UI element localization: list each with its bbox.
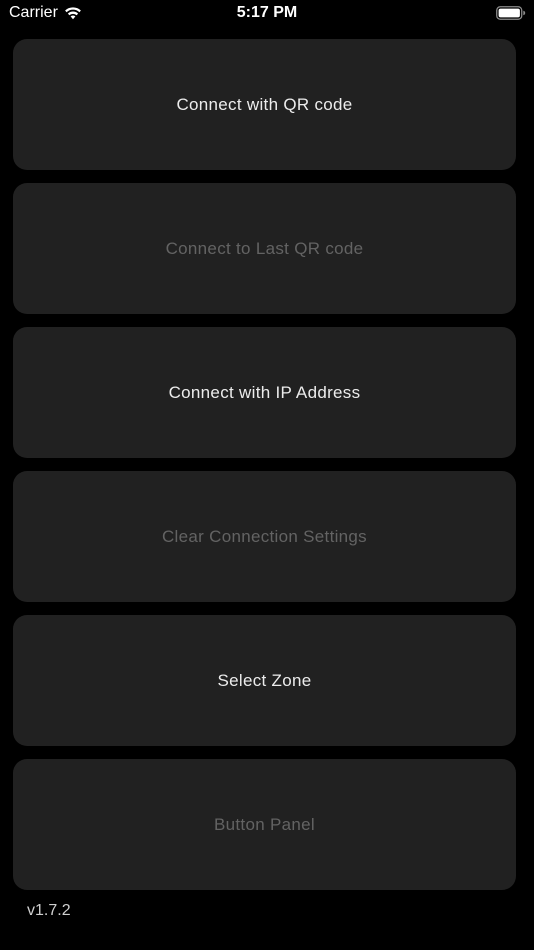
connect-qr-button[interactable]: Connect with QR code xyxy=(13,39,516,170)
status-time: 5:17 PM xyxy=(236,4,298,21)
app-version: v1.7.2 xyxy=(27,902,71,919)
button-panel-label: Button Panel xyxy=(214,814,315,834)
connect-ip-label: Connect with IP Address xyxy=(168,382,361,402)
select-zone-label: Select Zone xyxy=(217,670,312,690)
clear-settings-button[interactable]: Clear Connection Settings xyxy=(13,471,516,602)
connection-menu: Connect with QR code Connect to Last QR … xyxy=(13,39,516,903)
select-zone-button[interactable]: Select Zone xyxy=(13,615,516,746)
connect-qr-label: Connect with QR code xyxy=(176,94,353,114)
clear-settings-label: Clear Connection Settings xyxy=(161,526,367,546)
connect-ip-button[interactable]: Connect with IP Address xyxy=(13,327,516,458)
battery-icon xyxy=(496,6,526,20)
button-panel-button[interactable]: Button Panel xyxy=(13,759,516,890)
status-bar: Carrier 5:17 PM xyxy=(0,0,534,30)
connect-last-qr-label: Connect to Last QR code xyxy=(165,238,364,258)
connect-last-qr-button[interactable]: Connect to Last QR code xyxy=(13,183,516,314)
